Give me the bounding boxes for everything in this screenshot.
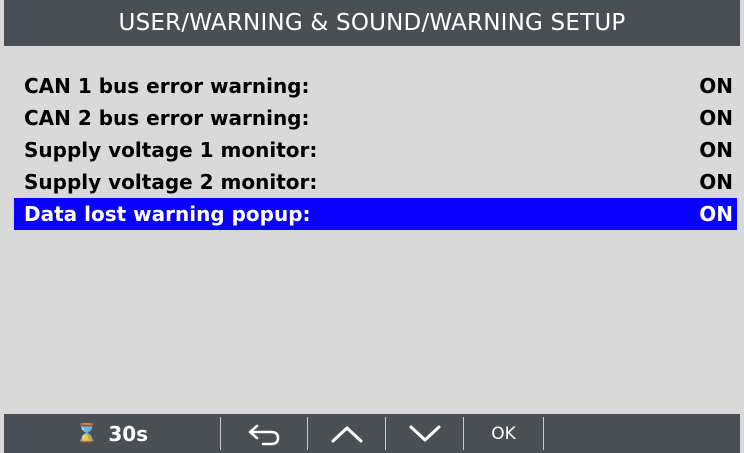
warning-setup-screen: USER/WARNING & SOUND/WARNING SETUP CAN 1… xyxy=(0,0,744,453)
up-button[interactable] xyxy=(308,414,385,453)
menu-item-label: Supply voltage 1 monitor: xyxy=(24,138,318,162)
chevron-up-icon xyxy=(331,426,362,442)
timeout-indicator: ⌛ 30s xyxy=(4,414,220,453)
down-button[interactable] xyxy=(386,414,463,453)
chevron-down-icon xyxy=(409,425,440,441)
menu-item-supply-voltage-2[interactable]: Supply voltage 2 monitor: ON xyxy=(14,166,737,198)
menu-item-can2-bus-error[interactable]: CAN 2 bus error warning: ON xyxy=(14,102,737,134)
menu-item-label: Supply voltage 2 monitor: xyxy=(24,170,318,194)
menu-item-can1-bus-error[interactable]: CAN 1 bus error warning: ON xyxy=(14,70,737,102)
menu-item-label: Data lost warning popup: xyxy=(24,202,311,226)
menu-item-supply-voltage-1[interactable]: Supply voltage 1 monitor: ON xyxy=(14,134,737,166)
settings-menu: CAN 1 bus error warning: ON CAN 2 bus er… xyxy=(14,70,737,230)
menu-item-value: ON xyxy=(699,138,733,162)
page-title: USER/WARNING & SOUND/WARNING SETUP xyxy=(4,0,740,46)
menu-item-label: CAN 2 bus error warning: xyxy=(24,106,310,130)
menu-item-value: ON xyxy=(699,74,733,98)
menu-item-label: CAN 1 bus error warning: xyxy=(24,74,310,98)
softkey-bar: ⌛ 30s OK xyxy=(4,414,740,453)
menu-item-value: ON xyxy=(699,170,733,194)
timeout-value: 30s xyxy=(108,421,149,446)
back-button[interactable] xyxy=(221,414,307,453)
menu-item-value: ON xyxy=(699,106,733,130)
hourglass-icon: ⌛ xyxy=(75,423,99,444)
ok-button[interactable]: OK xyxy=(464,414,543,453)
back-arrow-icon xyxy=(248,424,280,445)
menu-item-value: ON xyxy=(699,202,733,226)
empty-softkey xyxy=(544,414,740,453)
menu-item-data-lost-popup[interactable]: Data lost warning popup: ON xyxy=(14,198,737,230)
